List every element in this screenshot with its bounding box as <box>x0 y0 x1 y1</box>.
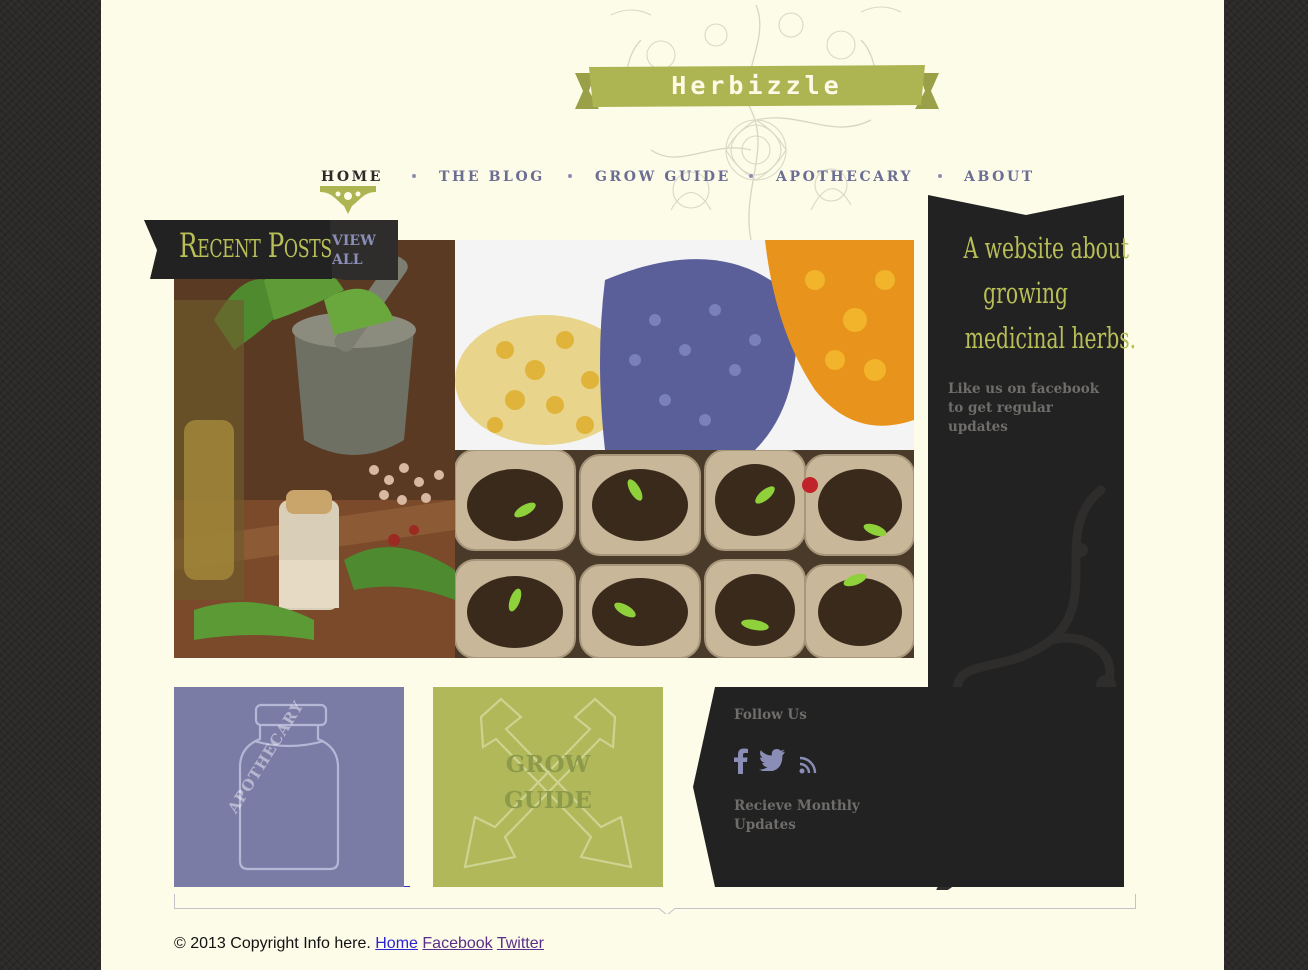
grow-guide-label-line: Guide <box>504 787 592 814</box>
facebook-prompt: Like us on facebook to get regular updat… <box>948 381 1100 435</box>
main-nav: Home The Blog Grow Guide Apothecary Abou… <box>101 169 1224 189</box>
grow-guide-tile[interactable]: Grow Guide <box>433 687 663 887</box>
post-image-mortar-herbs[interactable] <box>174 240 455 658</box>
recent-posts-title: Recent Posts <box>179 226 332 266</box>
footer-copyright: © 2013 Copyright Info here. Home Faceboo… <box>174 935 544 953</box>
nav-separator <box>412 174 416 178</box>
nav-home[interactable]: Home <box>321 169 383 185</box>
newsletter-signup-text[interactable]: Recieve Monthly Updates <box>734 797 884 835</box>
active-nav-ornament-icon <box>320 186 376 214</box>
page-container: Herbizzle Home The Blog Grow Guide Apoth… <box>101 0 1224 970</box>
copyright-text: © 2013 Copyright Info here. <box>174 935 371 952</box>
post-image-seedlings[interactable] <box>455 450 914 658</box>
nav-grow-guide[interactable]: Grow Guide <box>595 169 731 185</box>
nav-about[interactable]: About <box>964 169 1035 185</box>
grow-guide-tile-label: Grow Guide <box>433 747 663 819</box>
rss-icon[interactable] <box>799 756 817 774</box>
tagline-line: medicinal herbs. <box>964 321 1137 355</box>
nav-separator <box>568 174 572 178</box>
site-tagline: A website about growing medicinal herbs. <box>928 226 1136 361</box>
post-image-dried-flowers[interactable] <box>455 240 914 450</box>
apothecary-tile[interactable]: Apothecary <box>174 687 404 887</box>
tile-link-underline <box>404 886 410 887</box>
nav-separator <box>938 174 942 178</box>
nav-apothecary[interactable]: Apothecary <box>776 169 913 185</box>
footer-link-facebook[interactable]: Facebook <box>422 935 492 952</box>
footer-divider <box>174 894 1136 914</box>
follow-us-title: Follow Us <box>734 707 807 723</box>
nav-the-blog[interactable]: The Blog <box>439 169 545 185</box>
facebook-icon[interactable] <box>734 748 748 774</box>
tagline-line: A website about <box>963 231 1130 265</box>
footer-link-home[interactable]: Home <box>375 935 418 952</box>
site-logo[interactable]: Herbizzle <box>575 66 939 106</box>
view-all-link[interactable]: View All <box>332 232 378 270</box>
grow-guide-label-line: Grow <box>505 751 591 778</box>
tagline-line: growing <box>983 276 1069 310</box>
footer-link-twitter[interactable]: Twitter <box>497 935 544 952</box>
floral-sketch-decoration <box>610 4 902 240</box>
nav-separator <box>749 174 753 178</box>
twitter-icon[interactable] <box>759 749 785 771</box>
